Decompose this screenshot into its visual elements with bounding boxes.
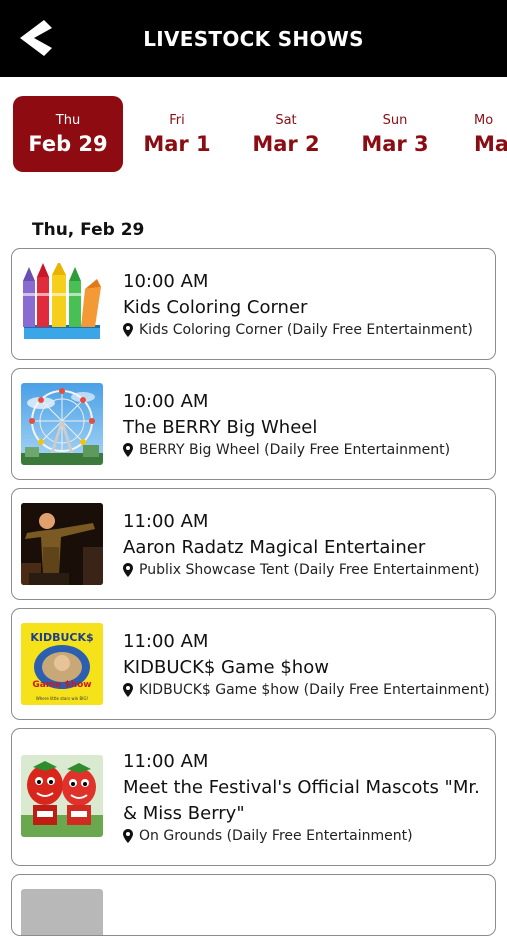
date-tab-date: Mar 3 — [361, 132, 429, 156]
event-time: 10:00 AM — [123, 391, 209, 412]
map-pin-icon — [123, 683, 133, 697]
event-location: Publix Showcase Tent (Daily Free Enterta… — [123, 562, 479, 578]
date-tab-weekday: Fri — [169, 113, 185, 128]
event-location-text: BERRY Big Wheel (Daily Free Entertainmen… — [139, 442, 451, 458]
event-time: 11:00 AM — [123, 511, 209, 532]
event-card[interactable]: 10:00 AM The BERRY Big Wheel BERRY Big W… — [11, 368, 496, 480]
page-title: LIVESTOCK SHOWS — [143, 27, 364, 51]
event-time: 11:00 AM — [123, 751, 209, 772]
date-tab-next[interactable]: Mo Ma — [458, 96, 507, 172]
event-card[interactable] — [11, 874, 496, 936]
map-pin-icon — [123, 563, 133, 577]
date-tab-date: Feb 29 — [28, 132, 108, 156]
event-name: Kids Coloring Corner — [123, 297, 308, 318]
event-thumbnail-kidbucks-logo: KIDBUCK$ Game $how Where little stars wi… — [21, 623, 103, 705]
event-time: 11:00 AM — [123, 631, 209, 652]
date-tab-date: Mar 1 — [143, 132, 211, 156]
date-tab-date: Ma — [474, 132, 507, 156]
kidbucks-logo-tagline: Where little stars win BIG! — [36, 696, 88, 701]
event-location-text: KIDBUCK$ Game $how (Daily Free Entertain… — [139, 682, 490, 698]
date-tab-feb-29[interactable]: Thu Feb 29 — [13, 96, 123, 172]
date-tab-weekday: Thu — [55, 113, 81, 128]
date-tab-date: Mar 2 — [252, 132, 320, 156]
date-tab-weekday: Sun — [382, 113, 408, 128]
event-location: KIDBUCK$ Game $how (Daily Free Entertain… — [123, 682, 490, 698]
event-name: Meet the Festival's Official Mascots "Mr… — [123, 777, 480, 824]
event-thumbnail-berry-mascots — [21, 755, 103, 837]
event-card[interactable]: 11:00 AM Aaron Radatz Magical Entertaine… — [11, 488, 496, 600]
event-time: 10:00 AM — [123, 271, 209, 292]
map-pin-icon — [123, 829, 133, 843]
event-location: BERRY Big Wheel (Daily Free Entertainmen… — [123, 442, 450, 458]
event-location: On Grounds (Daily Free Entertainment) — [123, 828, 413, 844]
event-name: The BERRY Big Wheel — [123, 417, 318, 438]
event-card[interactable]: 11:00 AM Meet the Festival's Official Ma… — [11, 728, 496, 866]
event-card[interactable]: KIDBUCK$ Game $how Where little stars wi… — [11, 608, 496, 720]
event-name: KIDBUCK$ Game $how — [123, 657, 329, 678]
map-pin-icon — [123, 323, 133, 337]
event-name: Aaron Radatz Magical Entertainer — [123, 537, 426, 558]
kidbucks-logo-title: KIDBUCK$ — [30, 631, 93, 644]
event-thumbnail-crayons — [21, 263, 103, 345]
date-tab-mar-1[interactable]: Fri Mar 1 — [122, 96, 232, 172]
date-tab-mar-3[interactable]: Sun Mar 3 — [340, 96, 450, 172]
date-tab-weekday: Mo — [474, 113, 494, 128]
event-location-text: On Grounds (Daily Free Entertainment) — [139, 828, 413, 844]
event-thumbnail-magician — [21, 503, 103, 585]
map-pin-icon — [123, 443, 133, 457]
section-heading: Thu, Feb 29 — [32, 220, 145, 240]
event-location-text: Publix Showcase Tent (Daily Free Enterta… — [139, 562, 480, 578]
date-selector: Thu Feb 29 Fri Mar 1 Sat Mar 2 Sun Mar 3… — [0, 96, 507, 172]
kidbucks-logo-subtitle: Game $how — [32, 680, 91, 690]
event-location: Kids Coloring Corner (Daily Free Enterta… — [123, 322, 473, 338]
date-tab-mar-2[interactable]: Sat Mar 2 — [231, 96, 341, 172]
top-bar: LIVESTOCK SHOWS — [0, 0, 507, 77]
event-card[interactable]: 10:00 AM Kids Coloring Corner Kids Color… — [11, 248, 496, 360]
date-tab-weekday: Sat — [275, 113, 297, 128]
event-thumbnail-ferris-wheel — [21, 383, 103, 465]
event-location-text: Kids Coloring Corner (Daily Free Enterta… — [139, 322, 473, 338]
event-thumbnail — [21, 889, 103, 935]
